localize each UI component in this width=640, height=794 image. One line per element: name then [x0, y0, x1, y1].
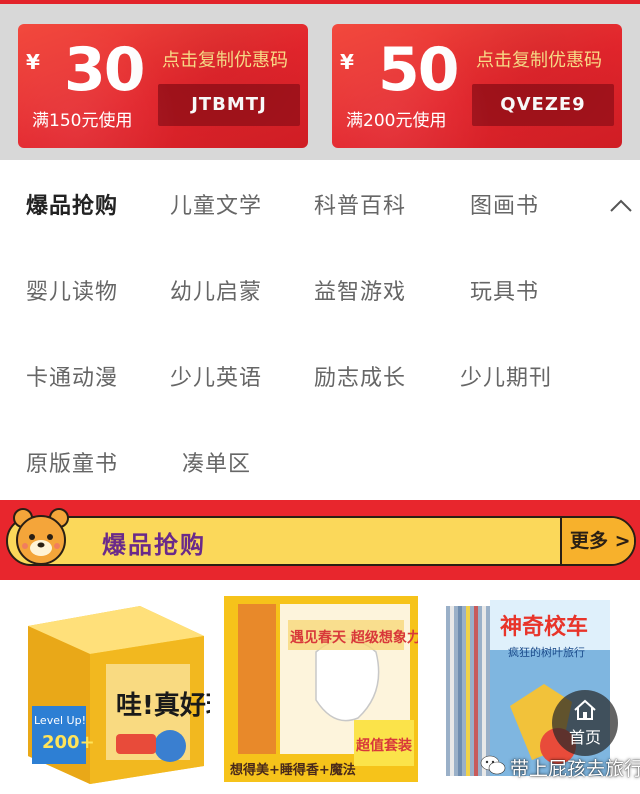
home-button[interactable]: 首页: [552, 690, 618, 756]
category-science-encyclopedia[interactable]: 科普百科: [314, 188, 406, 220]
category-baby-reading[interactable]: 婴儿读物: [26, 274, 118, 306]
copy-coupon-code-label[interactable]: 点击复制优惠码: [476, 46, 602, 72]
wechat-icon: [480, 755, 506, 775]
chevron-up-icon[interactable]: [608, 196, 634, 216]
coupon-currency: ¥: [26, 50, 40, 74]
category-hot-sale[interactable]: 爆品抢购: [26, 188, 118, 220]
product-card-1[interactable]: 哇!真好玩 Level Up! 200+: [20, 596, 210, 786]
product-3-title: 神奇校车: [500, 614, 588, 640]
category-kids-english[interactable]: 少儿英语: [170, 360, 262, 392]
product-1-badge: Level Up!: [34, 714, 86, 727]
watermark-text: 带上屁孩去旅行: [510, 758, 640, 780]
hot-sale-title: 爆品抢购: [102, 531, 206, 559]
category-original-books[interactable]: 原版童书: [26, 446, 118, 478]
bear-mascot-icon: [13, 508, 69, 565]
coupon-30[interactable]: ¥ 30 满150元使用 点击复制优惠码 JTBMTJ: [18, 24, 308, 148]
home-icon: [574, 699, 596, 720]
home-label: 首页: [568, 728, 601, 747]
coupon-amount: 50: [378, 35, 459, 105]
category-puzzle-games[interactable]: 益智游戏: [314, 274, 406, 306]
category-toy-books[interactable]: 玩具书: [470, 274, 539, 306]
coupon-code-button[interactable]: QVEZE9: [472, 84, 614, 126]
coupon-currency: ¥: [340, 50, 354, 74]
category-kids-magazines[interactable]: 少儿期刊: [460, 360, 552, 392]
product-1-title: 哇!真好玩: [116, 691, 210, 721]
category-growth[interactable]: 励志成长: [314, 360, 406, 392]
product-1-badge-count: 200+: [42, 732, 95, 753]
coupon-code-button[interactable]: JTBMTJ: [158, 84, 300, 126]
category-grid: 爆品抢购 儿童文学 科普百科 图画书 婴儿读物 幼儿启蒙 益智游戏 玩具书 卡通…: [0, 160, 640, 500]
product-2-promo: 超值套装: [355, 737, 413, 754]
category-add-on-items[interactable]: 凑单区: [182, 446, 251, 478]
copy-coupon-code-label[interactable]: 点击复制优惠码: [162, 46, 288, 72]
category-childrens-literature[interactable]: 儿童文学: [170, 188, 262, 220]
category-early-learning[interactable]: 幼儿启蒙: [170, 274, 262, 306]
coupon-50[interactable]: ¥ 50 满200元使用 点击复制优惠码 QVEZE9: [332, 24, 622, 148]
coupon-condition: 满150元使用: [32, 111, 133, 131]
coupon-amount: 30: [64, 35, 145, 105]
product-3-subtitle: 疯狂的树叶旅行: [508, 645, 585, 659]
hot-sale-pill[interactable]: [6, 516, 636, 566]
category-cartoon-anime[interactable]: 卡通动漫: [26, 360, 118, 392]
top-strip: [0, 0, 640, 4]
product-2-tagline: 想得美+睡得香+魔法: [230, 762, 356, 778]
product-2-title: 遇见春天 超级想象力图画书: [290, 629, 418, 646]
more-button[interactable]: 更多 >: [560, 518, 634, 564]
category-picture-books[interactable]: 图画书: [470, 188, 539, 220]
coupon-condition: 满200元使用: [346, 111, 447, 131]
product-card-2[interactable]: 遇见春天 超级想象力图画书 想得美+睡得香+魔法 超值套装: [224, 596, 418, 782]
